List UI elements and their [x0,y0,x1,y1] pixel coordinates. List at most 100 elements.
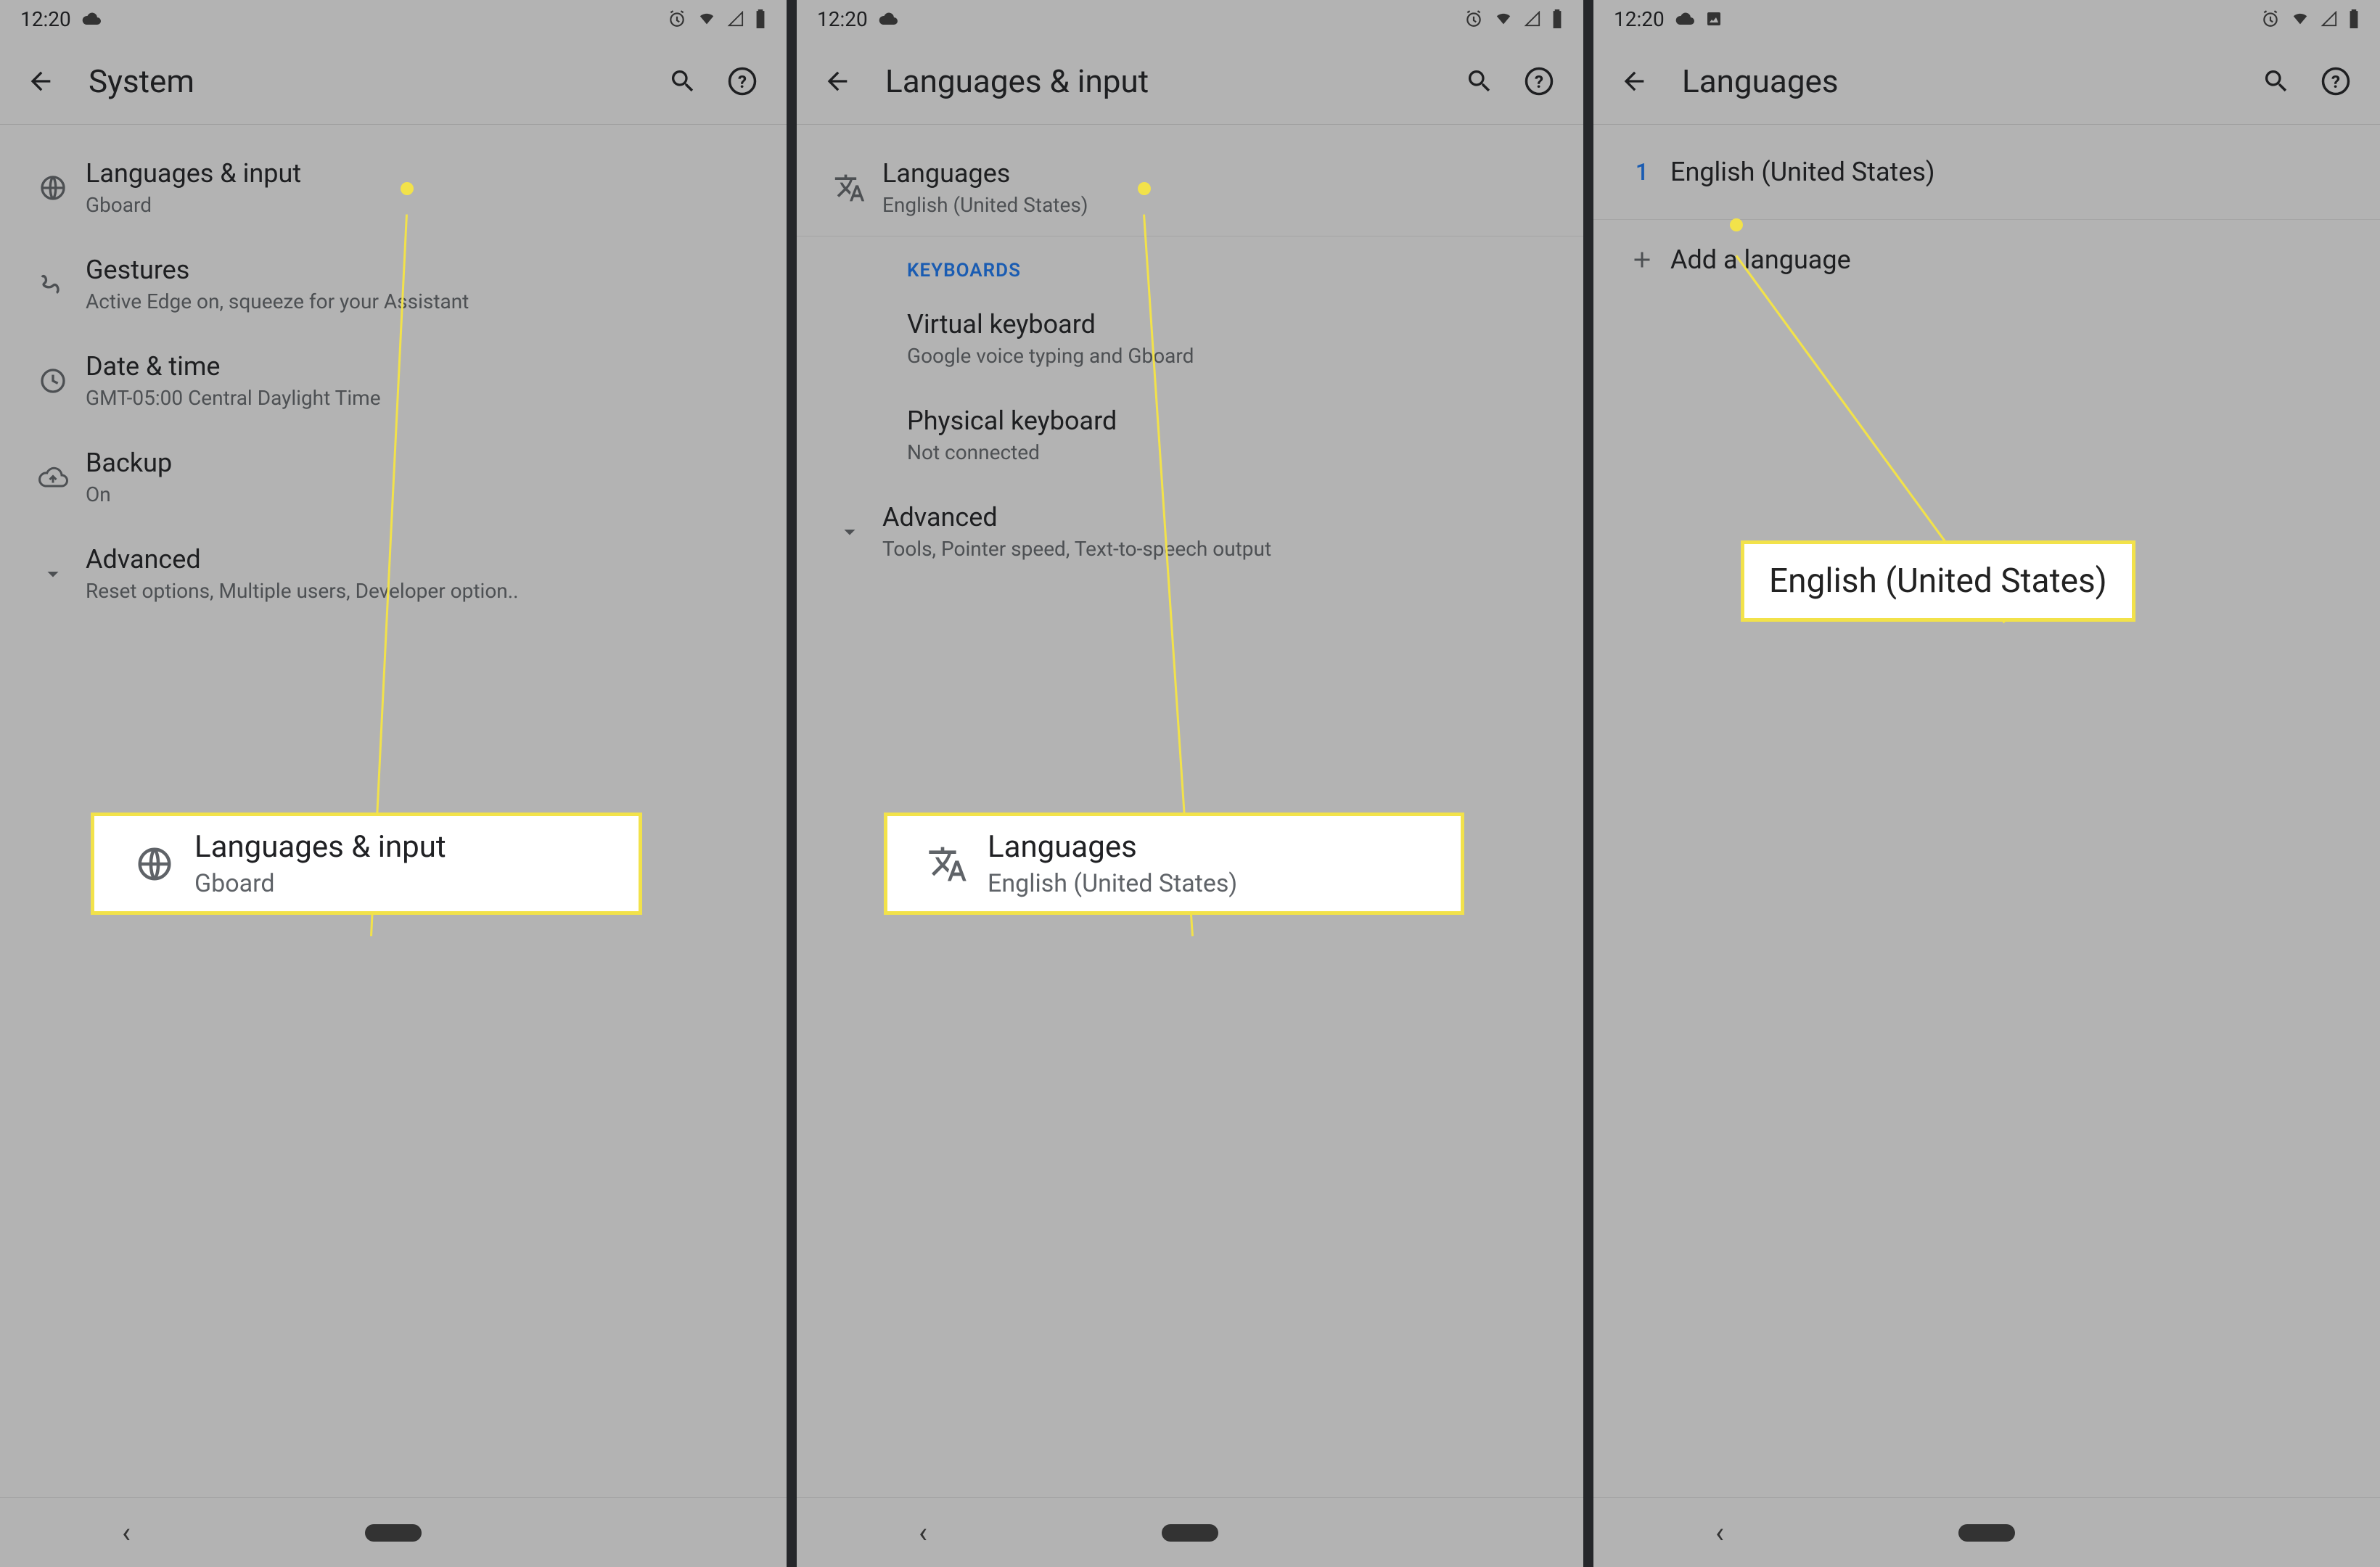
alarm-icon [1464,9,1483,28]
status-bar: 12:20 [0,0,787,38]
row-primary: Date & time [86,351,766,382]
plus-icon [1614,247,1670,273]
phone-screen-system: 12:20 [0,0,797,1567]
help-button[interactable]: ? [718,57,766,105]
annotation-dot [1730,218,1743,231]
status-bar: 12:20 [797,0,1583,38]
nav-home-pill[interactable] [365,1524,422,1542]
row-gestures[interactable]: Gestures Active Edge on, squeeze for you… [0,236,787,332]
signal-icon [2320,11,2338,27]
phone-screen-languages: 12:20 Languages [1593,0,2380,1567]
cloud-icon [81,12,102,26]
picture-icon [1705,10,1723,28]
battery-icon [755,9,766,28]
row-backup[interactable]: Backup On [0,429,787,525]
alarm-icon [668,9,686,28]
settings-list: Languages & input Gboard Gestures Active… [0,125,787,622]
row-secondary: Active Edge on, squeeze for your Assista… [86,289,766,313]
language-name: English (United States) [1670,157,1935,187]
page-title: Languages & input [885,62,1149,100]
add-language-row[interactable]: Add a language [1593,220,2380,300]
status-time: 12:20 [20,7,71,31]
help-button[interactable]: ? [2312,57,2360,105]
gesture-icon [20,270,86,299]
row-secondary: On [86,482,766,506]
row-primary: Gestures [86,255,766,285]
wifi-icon [697,11,717,27]
annotation-dot [1138,182,1151,195]
row-secondary: Reset options, Multiple users, Developer… [86,579,766,603]
row-secondary: English (United States) [882,193,1563,217]
svg-text:?: ? [2331,70,2340,91]
app-bar: Languages & input ? [797,38,1583,125]
gesture-nav-bar: ‹ [0,1497,787,1567]
row-primary: Advanced [882,502,1563,532]
row-secondary: Google voice typing and Gboard [907,344,1563,368]
back-button[interactable] [1614,61,1654,102]
nav-home-pill[interactable] [1958,1524,2015,1542]
search-button[interactable] [2252,57,2300,105]
language-index: 1 [1614,158,1670,186]
search-button[interactable] [1456,57,1503,105]
page-title: Languages [1682,62,1839,100]
search-button[interactable] [659,57,707,105]
wifi-icon [1493,11,1514,27]
translate-icon [817,172,882,204]
row-secondary: Not connected [907,440,1563,464]
row-primary: Backup [86,448,766,478]
add-language-label: Add a language [1670,244,1851,275]
row-advanced[interactable]: Advanced Tools, Pointer speed, Text-to-s… [797,483,1583,580]
nav-back-icon[interactable]: ‹ [122,1515,131,1550]
nav-back-icon[interactable]: ‹ [1715,1515,1724,1550]
row-primary: Advanced [86,544,766,575]
section-keyboards: KEYBOARDS [797,237,1583,290]
chevron-down-icon [817,519,882,545]
battery-icon [2348,9,2360,28]
cloud-upload-icon [20,466,86,489]
row-virtual-keyboard[interactable]: Virtual keyboard Google voice typing and… [797,290,1583,387]
back-button[interactable] [817,61,858,102]
translate-icon [908,844,988,884]
app-bar: Languages ? [1593,38,2380,125]
phone-inner: 12:20 [0,0,787,1567]
svg-text:?: ? [738,70,747,91]
callout-primary: Languages [988,829,1440,865]
status-time: 12:20 [817,7,868,31]
nav-back-icon[interactable]: ‹ [919,1515,927,1550]
cloud-icon [878,12,898,26]
row-physical-keyboard[interactable]: Physical keyboard Not connected [797,387,1583,483]
wifi-icon [2290,11,2310,27]
callout-languages-input: Languages & input Gboard [91,813,642,915]
phone-screen-languages-input: 12:20 Languages & input [797,0,1593,1567]
gesture-nav-bar: ‹ [797,1497,1583,1567]
row-primary: Languages [882,158,1563,189]
callout-secondary: Gboard [194,869,618,898]
row-advanced[interactable]: Advanced Reset options, Multiple users, … [0,525,787,622]
row-primary: Languages & input [86,158,766,189]
battery-icon [1551,9,1563,28]
globe-icon [115,844,194,884]
back-button[interactable] [20,61,61,102]
status-bar: 12:20 [1593,0,2380,38]
row-languages[interactable]: Languages English (United States) [797,139,1583,236]
annotation-dot [401,182,414,195]
callout-primary: Languages & input [194,829,618,865]
page-title: System [89,62,194,100]
clock-icon [20,366,86,395]
phone-inner: 12:20 Languages [1593,0,2380,1567]
row-date-time[interactable]: Date & time GMT-05:00 Central Daylight T… [0,332,787,429]
phone-inner: 12:20 Languages & input [797,0,1583,1567]
alarm-icon [2261,9,2280,28]
signal-icon [727,11,744,27]
help-button[interactable]: ? [1515,57,1563,105]
language-row-1[interactable]: 1 English (United States) [1593,125,2380,219]
nav-home-pill[interactable] [1162,1524,1218,1542]
app-bar: System ? [0,38,787,125]
callout-secondary: English (United States) [988,869,1440,898]
row-languages-input[interactable]: Languages & input Gboard [0,139,787,236]
signal-icon [1524,11,1541,27]
settings-list: Languages English (United States) KEYBOA… [797,125,1583,580]
row-secondary: GMT-05:00 Central Daylight Time [86,386,766,410]
row-primary: Virtual keyboard [907,309,1563,340]
status-time: 12:20 [1614,7,1665,31]
